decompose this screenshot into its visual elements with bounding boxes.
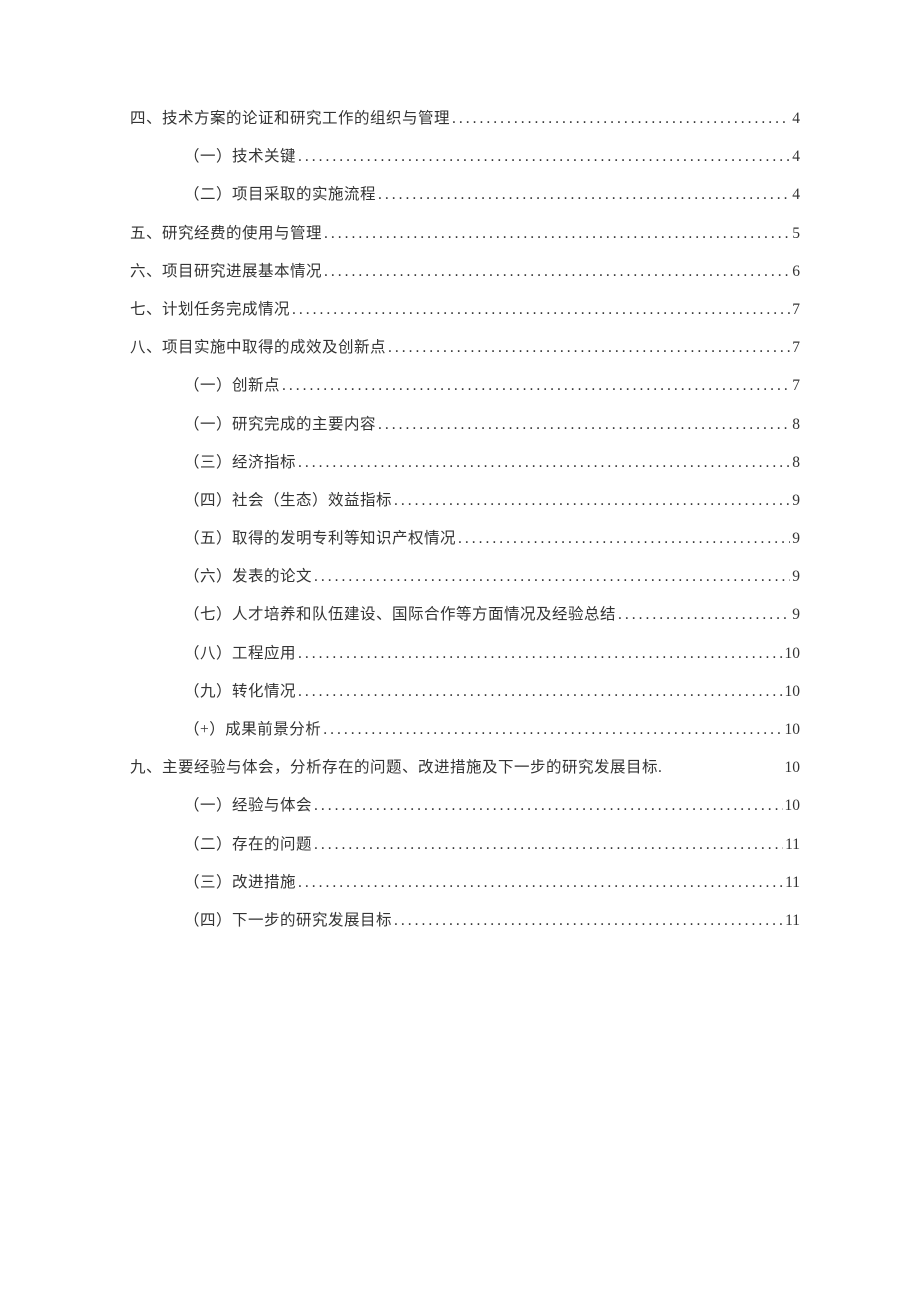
toc-entry-label: （+）成果前景分析 [184, 719, 321, 741]
toc-entry: 九、主要经验与体会，分析存在的问题、改进措施及下一步的研究发展目标.10 [130, 757, 800, 779]
table-of-contents: 四、技术方案的论证和研究工作的组织与管理4（一）技术关键4（二）项目采取的实施流… [130, 108, 800, 932]
toc-dot-leader [298, 872, 783, 894]
toc-entry: （三）改进措施 11 [130, 872, 800, 894]
toc-entry-page: 9 [792, 566, 800, 588]
toc-entry-page: 10 [785, 719, 801, 741]
document-page: 四、技术方案的论证和研究工作的组织与管理4（一）技术关键4（二）项目采取的实施流… [0, 0, 920, 932]
toc-entry-label: （一）技术关键 [184, 146, 296, 168]
toc-dot-leader [378, 414, 790, 436]
toc-dot-leader [282, 375, 790, 397]
toc-dot-leader [314, 795, 782, 817]
toc-entry-page: 9 [792, 604, 800, 626]
toc-dot-leader [458, 528, 790, 550]
toc-entry-label: （一）经验与体会 [184, 795, 312, 817]
toc-entry: （六）发表的论文 9 [130, 566, 800, 588]
toc-entry-page: 10 [785, 681, 801, 703]
toc-dot-leader [298, 452, 790, 474]
toc-entry-page: 10 [785, 643, 801, 665]
toc-entry-page: 4 [792, 108, 800, 130]
toc-entry: （一）经验与体会 10 [130, 795, 800, 817]
toc-entry-label: （五）取得的发明专利等知识产权情况 [184, 528, 456, 550]
toc-entry-page: 7 [792, 299, 800, 321]
toc-entry-page: 9 [792, 528, 800, 550]
toc-entry-page: 4 [792, 184, 800, 206]
toc-entry: （七）人才培养和队伍建设、国际合作等方面情况及经验总结 9 [130, 604, 800, 626]
toc-dot-leader [452, 108, 790, 130]
toc-entry-label: （二）项目采取的实施流程 [184, 184, 376, 206]
toc-entry-page: 5 [792, 223, 800, 245]
toc-entry: （八）工程应用 10 [130, 643, 800, 665]
toc-entry-page: 7 [792, 337, 800, 359]
toc-entry-page: 9 [792, 490, 800, 512]
toc-dot-leader [394, 910, 783, 932]
toc-dot-leader [292, 299, 790, 321]
toc-entry-page: 6 [792, 261, 800, 283]
toc-entry: （二）项目采取的实施流程 4 [130, 184, 800, 206]
toc-dot-leader [298, 643, 782, 665]
toc-dot-leader [314, 834, 783, 856]
toc-entry: 六、项目研究进展基本情况 6 [130, 261, 800, 283]
toc-entry-label: （三）改进措施 [184, 872, 296, 894]
toc-entry: （一）研究完成的主要内容 8 [130, 414, 800, 436]
toc-entry-label: （一）研究完成的主要内容 [184, 414, 376, 436]
toc-dot-leader [324, 261, 790, 283]
toc-entry-label: 七、计划任务完成情况 [130, 299, 290, 321]
toc-entry: （一）创新点 7 [130, 375, 800, 397]
toc-entry-label: （二）存在的问题 [184, 834, 312, 856]
toc-dot-leader [298, 146, 790, 168]
toc-entry-label: 四、技术方案的论证和研究工作的组织与管理 [130, 108, 450, 130]
toc-entry-label: 九、主要经验与体会，分析存在的问题、改进措施及下一步的研究发展目标. [130, 757, 785, 779]
toc-dot-leader [388, 337, 790, 359]
toc-entry-page: 10 [785, 795, 801, 817]
toc-entry: （+）成果前景分析 10 [130, 719, 800, 741]
toc-entry: （九）转化情况 10 [130, 681, 800, 703]
toc-dot-leader [323, 719, 782, 741]
toc-entry: （一）技术关键 4 [130, 146, 800, 168]
toc-dot-leader [378, 184, 790, 206]
toc-entry-page: 11 [785, 872, 800, 894]
toc-entry-label: （四）下一步的研究发展目标 [184, 910, 392, 932]
toc-dot-leader [324, 223, 790, 245]
toc-entry: 七、计划任务完成情况 7 [130, 299, 800, 321]
toc-entry-label: （九）转化情况 [184, 681, 296, 703]
toc-entry-label: （四）社会（生态）效益指标 [184, 490, 392, 512]
toc-entry: 八、项目实施中取得的成效及创新点 7 [130, 337, 800, 359]
toc-entry: （三）经济指标 8 [130, 452, 800, 474]
toc-dot-leader [618, 604, 790, 626]
toc-entry-label: （三）经济指标 [184, 452, 296, 474]
toc-entry-page: 8 [792, 414, 800, 436]
toc-entry-label: （一）创新点 [184, 375, 280, 397]
toc-entry-label: （七）人才培养和队伍建设、国际合作等方面情况及经验总结 [184, 604, 616, 626]
toc-entry-label: （六）发表的论文 [184, 566, 312, 588]
toc-entry-label: （八）工程应用 [184, 643, 296, 665]
toc-entry-page: 11 [785, 834, 800, 856]
toc-entry-label: 六、项目研究进展基本情况 [130, 261, 322, 283]
toc-entry-label: 五、研究经费的使用与管理 [130, 223, 322, 245]
toc-entry-page: 10 [785, 757, 801, 779]
toc-dot-leader [394, 490, 790, 512]
toc-dot-leader [314, 566, 790, 588]
toc-entry-page: 11 [785, 910, 800, 932]
toc-entry: （五）取得的发明专利等知识产权情况 9 [130, 528, 800, 550]
toc-entry: 四、技术方案的论证和研究工作的组织与管理 4 [130, 108, 800, 130]
toc-entry: 五、研究经费的使用与管理 5 [130, 223, 800, 245]
toc-entry: （四）社会（生态）效益指标 9 [130, 490, 800, 512]
toc-entry-page: 7 [792, 375, 800, 397]
toc-entry-page: 8 [792, 452, 800, 474]
toc-entry: （二）存在的问题 11 [130, 834, 800, 856]
toc-entry-label: 八、项目实施中取得的成效及创新点 [130, 337, 386, 359]
toc-entry: （四）下一步的研究发展目标 11 [130, 910, 800, 932]
toc-dot-leader [298, 681, 782, 703]
toc-entry-page: 4 [792, 146, 800, 168]
